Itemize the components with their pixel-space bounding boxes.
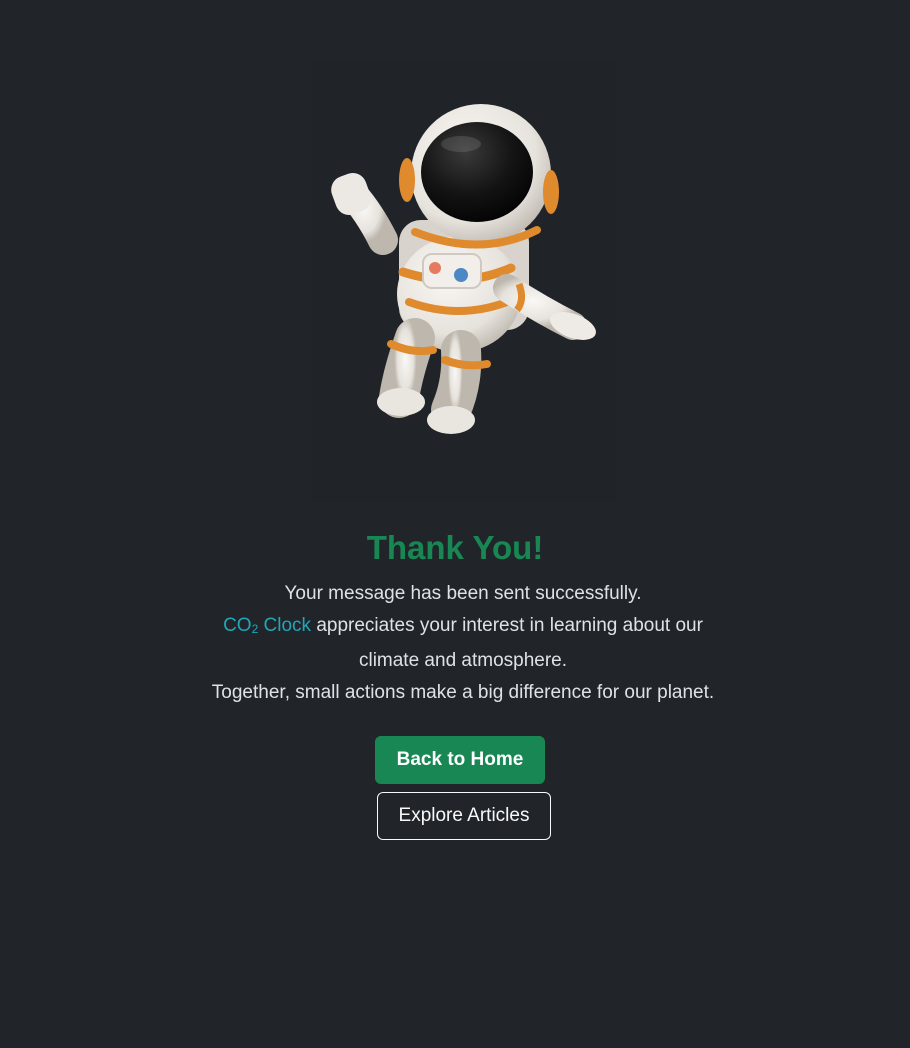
astronaut-image [311,62,617,502]
brand-prefix: CO [223,615,252,636]
message-line-sent: Your message has been sent successfully. [284,583,642,604]
message-line-together: Together, small actions make a big diffe… [211,682,715,703]
back-to-home-button[interactable]: Back to Home [375,736,545,784]
brand-suffix: Clock [258,615,312,636]
message-line-appreciation: CO2 Clock appreciates your interest in l… [205,610,721,677]
appreciation-text: appreciates your interest in learning ab… [311,615,703,671]
explore-articles-button[interactable]: Explore Articles [377,792,551,840]
page-title: Thank You! [366,529,544,566]
brand-name: CO2 Clock [223,615,311,636]
confirmation-message: Your message has been sent successfully.… [205,578,721,709]
astronaut-illustration [331,104,596,434]
thank-you-page: Thank You! Your message has been sent su… [0,0,910,1048]
